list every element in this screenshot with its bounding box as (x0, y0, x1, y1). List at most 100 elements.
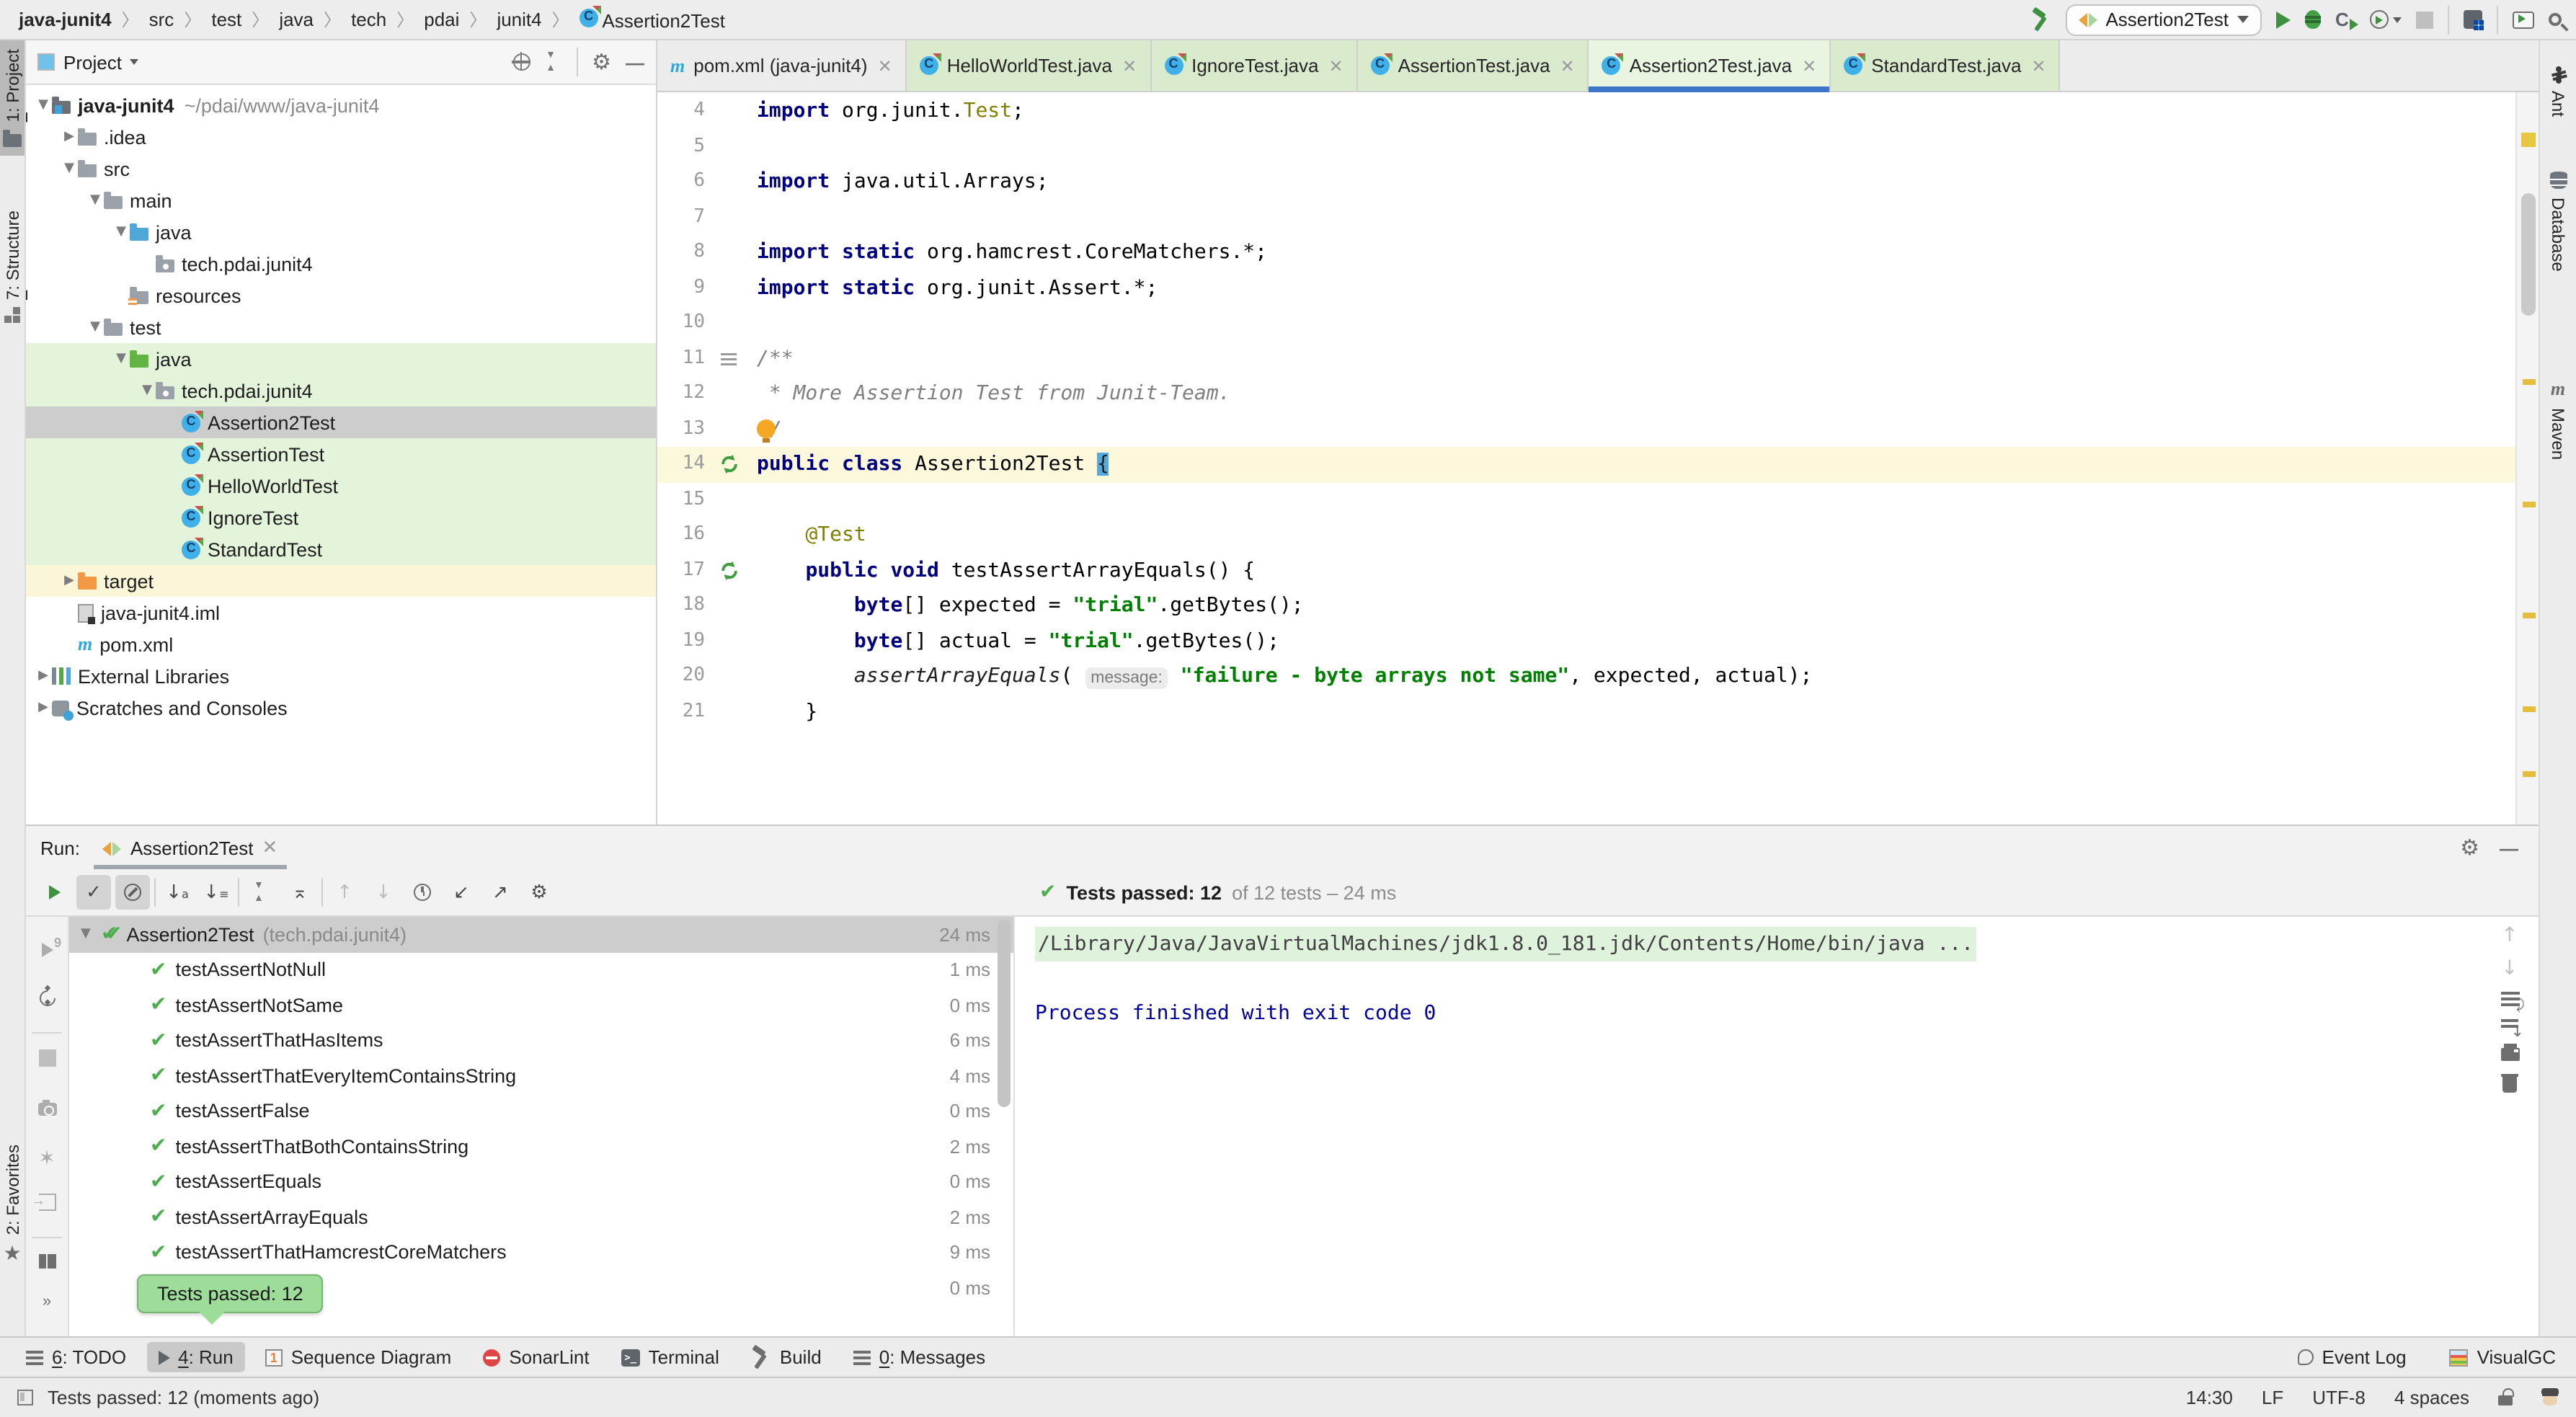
tree-row[interactable]: mpom.xml (26, 628, 656, 660)
code-line[interactable]: 14public class Assertion2Test { (657, 447, 2515, 482)
lock-icon[interactable] (2498, 1395, 2513, 1405)
editor-error-stripe[interactable] (2515, 92, 2539, 825)
code-line[interactable]: 21 } (657, 694, 2515, 729)
tree-row[interactable]: ▼java (26, 343, 656, 375)
test-result-row[interactable]: ▼✔Assertion2Test(tech.pdai.junit4)24 ms (69, 917, 1013, 952)
warning-stripe-mark[interactable] (2523, 379, 2536, 385)
restore-layout-icon[interactable] (38, 1251, 55, 1273)
show-ignored-toggle[interactable] (115, 875, 150, 910)
build-project-icon[interactable] (2030, 9, 2051, 30)
code-line[interactable]: 11/** (657, 341, 2515, 376)
test-history-button[interactable] (405, 875, 440, 910)
code-line[interactable]: 15 (657, 482, 2515, 518)
inspection-status-square[interactable] (2521, 133, 2536, 147)
chevron-expanded-icon[interactable]: ▼ (81, 928, 101, 942)
breadcrumb-item[interactable]: tech (347, 9, 391, 30)
collapse-all-button[interactable]: ⌅ (283, 875, 317, 910)
test-result-row[interactable]: ✔testAssertThatEveryItemContainsString4 … (69, 1058, 1013, 1093)
sidebar-item-database[interactable]: Database (2540, 163, 2576, 280)
chevron-collapsed-icon[interactable]: ▶ (35, 701, 52, 715)
event-log-button[interactable]: Event Log (2292, 1342, 2412, 1372)
code-line[interactable]: 20 assertArrayEquals( message: "failure … (657, 659, 2515, 694)
test-result-row[interactable]: ✔testAssertEquals0 ms (69, 1164, 1013, 1199)
sidebar-item-maven[interactable]: m Maven (2540, 369, 2576, 468)
run-tab[interactable]: Assertion2Test ✕ (94, 826, 286, 869)
expand-all-button[interactable] (244, 875, 278, 910)
collapse-all-icon[interactable] (544, 53, 561, 71)
line-separator[interactable]: LF (2262, 1386, 2283, 1408)
chevron-expanded-icon[interactable]: ▼ (112, 352, 130, 366)
coverage-settings-icon[interactable]: ✶ (38, 1147, 55, 1171)
profiler-button[interactable] (2370, 10, 2389, 29)
chevron-expanded-icon[interactable]: ▼ (86, 193, 104, 208)
toolwindow-button-run[interactable]: 4: Run (146, 1342, 245, 1372)
hide-panel-icon[interactable]: — (2500, 837, 2518, 858)
tree-row[interactable]: java-junit4.iml (26, 597, 656, 628)
breadcrumb-item[interactable]: Assertion2Test (575, 8, 729, 31)
toggle-auto-test-icon[interactable] (39, 989, 55, 1010)
code-line[interactable]: 18 byte[] expected = "trial".getBytes(); (657, 588, 2515, 623)
test-result-row[interactable]: ✔testAssertThatHamcrestCoreMatchers9 ms (69, 1235, 1013, 1270)
toolwindow-button-messages[interactable]: 0: Messages (842, 1342, 997, 1372)
warning-stripe-mark[interactable] (2523, 706, 2536, 712)
toolwindow-button-build[interactable]: Build (740, 1342, 833, 1372)
toolwindow-toggle-icon[interactable] (17, 1389, 33, 1405)
breadcrumb-item[interactable]: test (207, 9, 246, 30)
code-line[interactable]: 19 byte[] actual = "trial".getBytes(); (657, 623, 2515, 659)
close-icon[interactable]: ✕ (1328, 55, 1343, 76)
tree-row[interactable]: ▼tech.pdai.junit4 (26, 375, 656, 407)
sidebar-item-structure[interactable]: 7: Structure (0, 202, 25, 333)
toolwindow-button-todo[interactable]: 6: TODO (14, 1342, 138, 1372)
test-result-row[interactable]: ✔testAssertNotSame0 ms (69, 987, 1013, 1023)
editor-tab[interactable]: mpom.xml (java-junit4)✕ (657, 40, 907, 91)
tree-row[interactable]: ▼java (26, 216, 656, 248)
print-icon[interactable] (2500, 1048, 2519, 1061)
close-icon[interactable]: ✕ (1122, 55, 1137, 76)
code-line[interactable]: 8import static org.hamcrest.CoreMatchers… (657, 235, 2515, 270)
chevron-expanded-icon[interactable]: ▼ (86, 320, 104, 334)
code-line[interactable]: 9import static org.junit.Assert.*; (657, 270, 2515, 306)
close-icon[interactable]: ✕ (2031, 55, 2046, 76)
run-configuration-select[interactable]: Assertion2Test (2065, 4, 2262, 35)
locate-file-icon[interactable] (512, 53, 530, 71)
chevron-collapsed-icon[interactable]: ▶ (61, 130, 78, 144)
close-icon[interactable]: ✕ (262, 836, 277, 859)
toolwindow-button-terminal[interactable]: Terminal (610, 1342, 731, 1372)
test-result-row[interactable]: ✔testAssertArrayEquals2 ms (69, 1199, 1013, 1235)
tree-row[interactable]: ▶Scratches and Consoles (26, 692, 656, 724)
code-line[interactable]: 7 (657, 200, 2515, 235)
tree-row[interactable]: IgnoreTest (26, 502, 656, 533)
warning-stripe-mark[interactable] (2523, 502, 2536, 507)
run-button[interactable] (2276, 11, 2291, 28)
code-editor[interactable]: 4import org.junit.Test;56import java.uti… (657, 92, 2515, 825)
sidebar-item-project[interactable]: 1: Project (0, 40, 25, 155)
console-command-line[interactable]: /Library/Java/JavaVirtualMachines/jdk1.8… (1035, 927, 1976, 961)
run-anything-button[interactable] (2513, 11, 2534, 28)
intention-bulb-icon[interactable] (757, 419, 776, 437)
test-result-row[interactable]: ✔testAssertThatBothContainsString2 ms (69, 1129, 1013, 1164)
tree-row[interactable]: AssertionTest (26, 438, 656, 470)
tree-row[interactable]: ▼test (26, 311, 656, 343)
warning-stripe-mark[interactable] (2523, 771, 2536, 777)
breadcrumb-item[interactable]: pdai (419, 9, 463, 30)
run-test-gutter-icon[interactable] (709, 553, 750, 588)
tree-row[interactable]: ▶.idea (26, 121, 656, 153)
sort-alphabetically-button[interactable]: ↓a (160, 875, 195, 910)
gear-icon[interactable]: ⚙ (2460, 837, 2479, 858)
tree-row[interactable]: ▶target (26, 565, 656, 597)
test-result-row[interactable]: ✔testAssertThatHasItems6 ms (69, 1023, 1013, 1058)
test-result-row[interactable]: ✔testAssertNotNull1 ms (69, 952, 1013, 987)
show-passed-toggle[interactable]: ✓ (76, 875, 111, 910)
gear-icon[interactable]: ⚙ (592, 51, 611, 73)
debug-button[interactable] (2305, 10, 2321, 29)
status-message[interactable]: Tests passed: 12 (moments ago) (48, 1386, 319, 1408)
rerun-icon[interactable]: 9 (41, 940, 53, 961)
export-test-results-button[interactable]: ↗ (483, 875, 518, 910)
tree-row[interactable]: ▼main (26, 185, 656, 216)
hide-panel-icon[interactable]: — (626, 51, 644, 73)
sidebar-item-ant[interactable]: Ant (2540, 58, 2576, 125)
rerun-tests-button[interactable] (49, 885, 61, 899)
code-line[interactable]: 17 public void testAssertArrayEquals() { (657, 553, 2515, 588)
code-line[interactable]: 6import java.util.Arrays; (657, 164, 2515, 200)
editor-tab[interactable]: IgnoreTest.java✕ (1151, 40, 1357, 91)
